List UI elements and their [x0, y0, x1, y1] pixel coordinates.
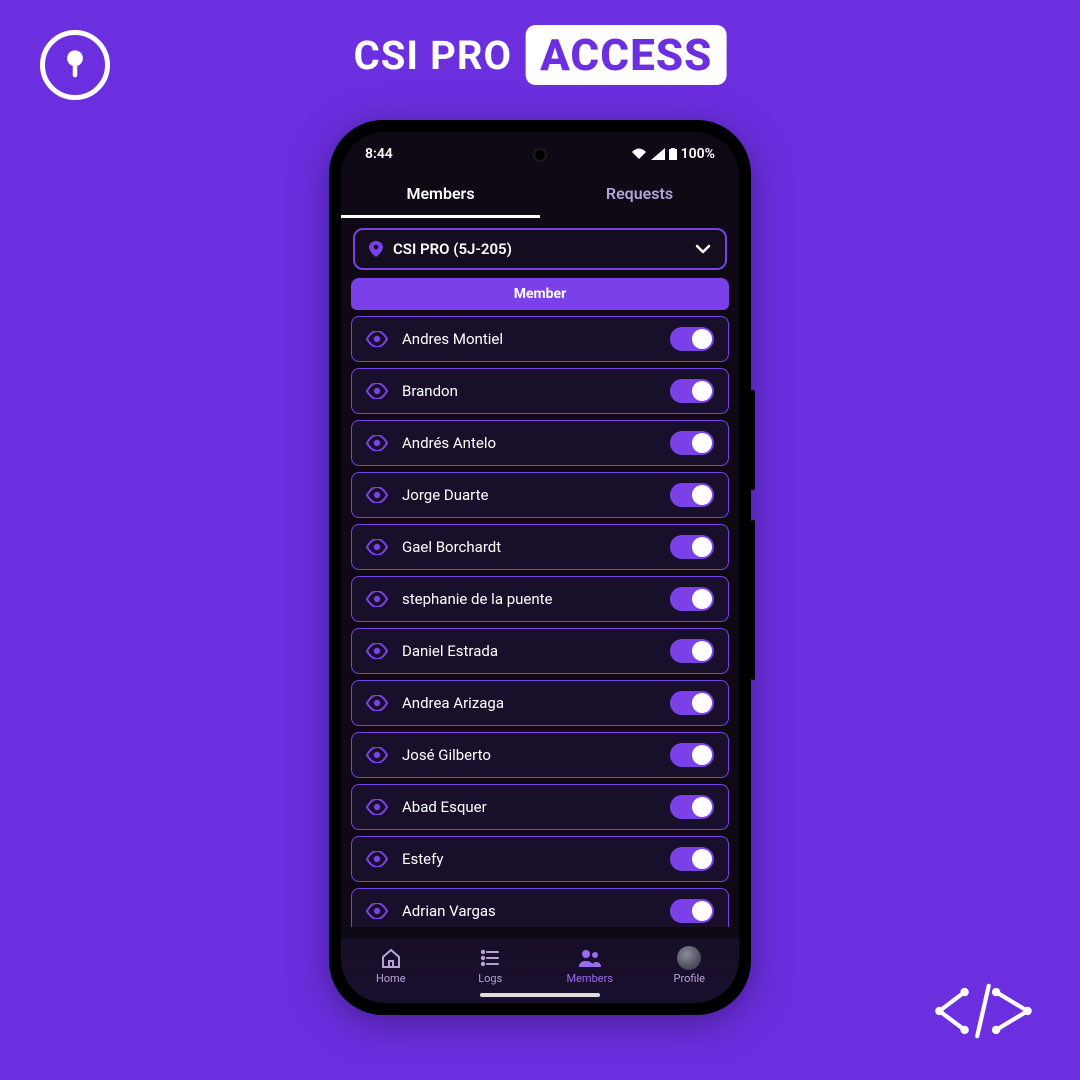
eye-icon[interactable] — [366, 383, 388, 399]
member-row[interactable]: stephanie de la puente — [351, 576, 729, 622]
nav-home[interactable]: Home — [341, 946, 441, 985]
nav-label: Logs — [478, 972, 502, 985]
home-indicator — [480, 993, 600, 997]
member-name: Andrés Antelo — [402, 434, 496, 452]
member-name: José Gilberto — [402, 746, 491, 764]
member-name: Abad Esquer — [402, 798, 487, 816]
member-row[interactable]: Jorge Duarte — [351, 472, 729, 518]
eye-icon[interactable] — [366, 643, 388, 659]
camera-hole — [533, 148, 547, 162]
nav-label: Profile — [674, 972, 705, 985]
member-toggle[interactable] — [670, 431, 714, 455]
member-row[interactable]: Abad Esquer — [351, 784, 729, 830]
status-time: 8:44 — [365, 146, 393, 162]
nav-label: Members — [567, 972, 614, 985]
eye-icon[interactable] — [366, 695, 388, 711]
member-row[interactable]: Adrian Vargas — [351, 888, 729, 927]
lock-icon — [40, 30, 110, 100]
battery-icon — [669, 148, 677, 160]
member-toggle[interactable] — [670, 483, 714, 507]
title-prefix: CSI PRO — [354, 32, 512, 79]
member-toggle[interactable] — [670, 535, 714, 559]
member-name: Brandon — [402, 382, 458, 400]
status-battery: 100% — [681, 146, 715, 162]
home-icon — [379, 946, 403, 970]
screen: 8:44 100% Members Requests CSI PRO (5J-2… — [341, 132, 739, 1003]
member-toggle[interactable] — [670, 327, 714, 351]
member-row[interactable]: Andres Montiel — [351, 316, 729, 362]
member-list: Andres Montiel Brandon Andrés Antelo Jorge … — [341, 316, 739, 1003]
eye-icon[interactable] — [366, 851, 388, 867]
avatar-icon — [677, 946, 701, 970]
title-badge: ACCESS — [526, 25, 726, 85]
nav-logs[interactable]: Logs — [441, 946, 541, 985]
section-header-member: Member — [351, 278, 729, 310]
member-row[interactable]: Brandon — [351, 368, 729, 414]
member-toggle[interactable] — [670, 795, 714, 819]
location-select[interactable]: CSI PRO (5J-205) — [353, 228, 727, 270]
phone-frame: 8:44 100% Members Requests CSI PRO (5J-2… — [329, 120, 751, 1015]
member-row[interactable]: Andrea Arizaga — [351, 680, 729, 726]
member-row[interactable]: Daniel Estrada — [351, 628, 729, 674]
code-icon — [931, 976, 1036, 1046]
member-row[interactable]: Gael Borchardt — [351, 524, 729, 570]
chevron-down-icon — [695, 244, 711, 254]
member-name: Estefy — [402, 850, 443, 868]
tab-members[interactable]: Members — [341, 174, 540, 218]
location-label: CSI PRO (5J-205) — [393, 240, 512, 258]
tab-bar: Members Requests — [341, 166, 739, 218]
member-name: stephanie de la puente — [402, 590, 553, 608]
member-toggle[interactable] — [670, 639, 714, 663]
member-toggle[interactable] — [670, 743, 714, 767]
eye-icon[interactable] — [366, 331, 388, 347]
list-icon — [478, 946, 502, 970]
tab-requests[interactable]: Requests — [540, 174, 739, 218]
eye-icon[interactable] — [366, 435, 388, 451]
signal-icon — [651, 148, 665, 160]
eye-icon[interactable] — [366, 539, 388, 555]
member-toggle[interactable] — [670, 899, 714, 923]
member-toggle[interactable] — [670, 379, 714, 403]
eye-icon[interactable] — [366, 903, 388, 919]
member-toggle[interactable] — [670, 691, 714, 715]
member-name: Adrian Vargas — [402, 902, 496, 920]
eye-icon[interactable] — [366, 747, 388, 763]
member-name: Andres Montiel — [402, 330, 503, 348]
member-name: Gael Borchardt — [402, 538, 501, 556]
nav-members[interactable]: Members — [540, 946, 640, 985]
member-name: Daniel Estrada — [402, 642, 498, 660]
member-row[interactable]: Estefy — [351, 836, 729, 882]
eye-icon[interactable] — [366, 591, 388, 607]
nav-profile[interactable]: Profile — [640, 946, 740, 985]
member-row[interactable]: José Gilberto — [351, 732, 729, 778]
members-icon — [578, 946, 602, 970]
eye-icon[interactable] — [366, 799, 388, 815]
member-row[interactable]: Andrés Antelo — [351, 420, 729, 466]
member-toggle[interactable] — [670, 587, 714, 611]
member-name: Jorge Duarte — [402, 486, 488, 504]
member-toggle[interactable] — [670, 847, 714, 871]
nav-label: Home — [376, 972, 406, 985]
member-name: Andrea Arizaga — [402, 694, 504, 712]
pin-icon — [369, 241, 383, 257]
eye-icon[interactable] — [366, 487, 388, 503]
app-title: CSI PRO ACCESS — [354, 25, 727, 85]
wifi-icon — [631, 148, 647, 160]
